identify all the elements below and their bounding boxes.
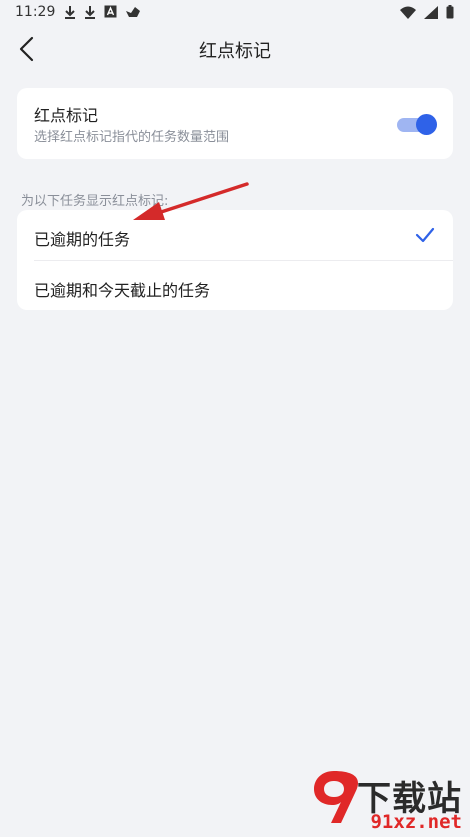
status-time: 11:29 [15, 4, 56, 20]
watermark: 下载站 91xz.net [312, 771, 462, 833]
system-icons [400, 5, 454, 19]
watermark-url: 91xz.net [370, 811, 462, 833]
option-label: 已逾期的任务 [34, 230, 131, 249]
download-icon [85, 6, 95, 19]
watermark-logo-icon [314, 771, 358, 823]
setting-title: 红点标记 [34, 106, 99, 125]
red-dot-toggle[interactable] [397, 112, 437, 136]
setting-subtitle: 选择红点标记指代的任务数量范围 [34, 130, 230, 145]
page-title: 红点标记 [199, 41, 271, 62]
notification-icons [64, 5, 141, 19]
signal-icon [424, 5, 438, 19]
check-icon [415, 227, 435, 243]
status-bar: 11:29 [0, 0, 470, 26]
a-box-icon [104, 5, 117, 18]
option-overdue-and-today[interactable]: 已逾期和今天截止的任务 [17, 261, 453, 311]
red-dot-setting-card: 红点标记 选择红点标记指代的任务数量范围 [17, 88, 453, 159]
toggle-thumb [416, 114, 437, 135]
battery-icon [446, 5, 454, 19]
wifi-icon [400, 6, 416, 19]
cloud-icon [126, 7, 140, 17]
annotation-arrow-icon [133, 182, 249, 220]
app-header: 红点标记 [0, 26, 470, 72]
download-icon [65, 6, 75, 19]
option-label: 已逾期和今天截止的任务 [34, 281, 211, 300]
